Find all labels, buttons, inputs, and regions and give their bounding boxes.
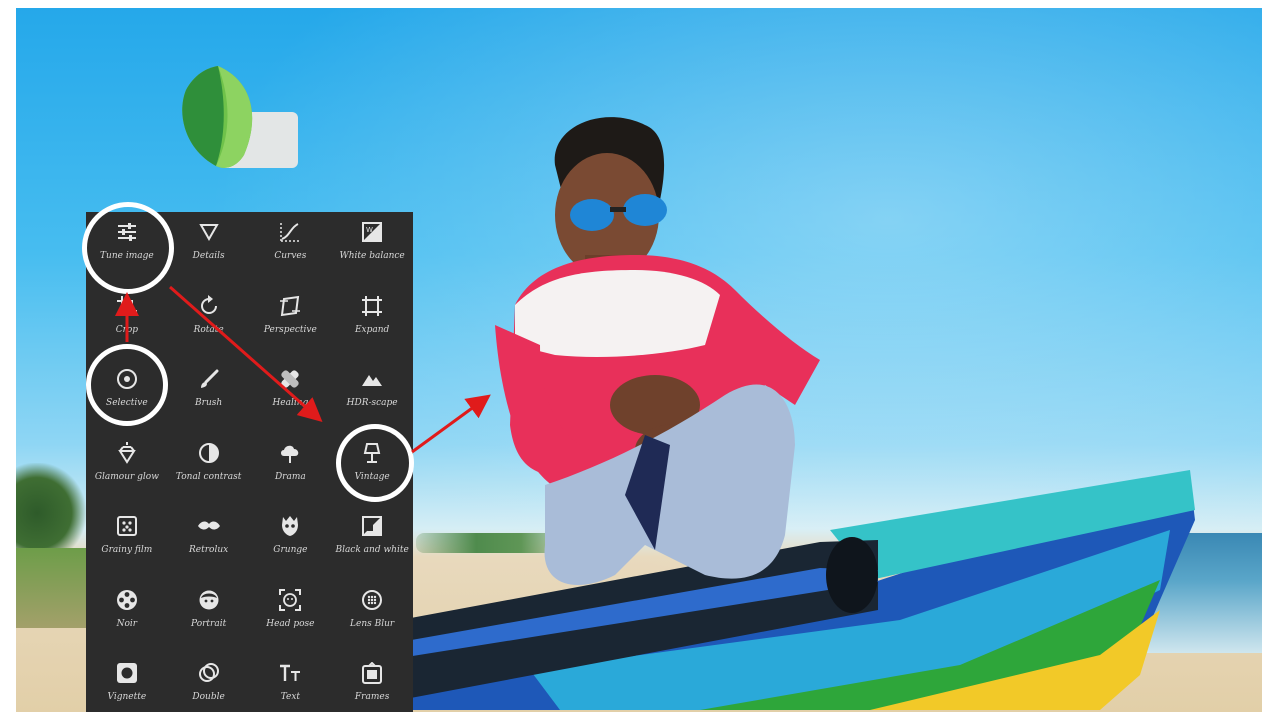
tool-lens-blur[interactable]: Lens Blur xyxy=(331,580,413,654)
tool-healing[interactable]: Healing xyxy=(250,359,332,433)
double-exposure-icon xyxy=(197,661,221,685)
glamour-glow-icon xyxy=(115,441,139,465)
tool-glamour-glow[interactable]: Glamour glow xyxy=(86,433,168,507)
grass-patch xyxy=(16,548,96,628)
rotate-icon xyxy=(197,294,221,318)
tool-grunge[interactable]: Grunge xyxy=(250,506,332,580)
details-triangle-icon xyxy=(197,220,221,244)
lens-blur-icon xyxy=(360,588,384,612)
svg-text:W: W xyxy=(366,226,373,234)
drama-cloud-icon xyxy=(278,441,302,465)
tool-drama[interactable]: Drama xyxy=(250,433,332,507)
tool-label: Lens Blur xyxy=(350,618,395,629)
tool-black-and-white[interactable]: Black and white xyxy=(331,506,413,580)
tool-label: Glamour glow xyxy=(94,471,159,482)
highlight-circle-tune-image xyxy=(82,202,174,294)
black-white-icon xyxy=(360,514,384,538)
tool-label: Drama xyxy=(274,471,306,482)
tool-retrolux[interactable]: Retrolux xyxy=(168,506,250,580)
tool-frames[interactable]: Frames xyxy=(331,653,413,712)
grainy-film-icon xyxy=(115,514,139,538)
tool-expand[interactable]: Expand xyxy=(331,286,413,360)
grunge-icon xyxy=(278,514,302,538)
tool-label: Frames xyxy=(354,692,390,702)
head-pose-icon xyxy=(278,588,302,612)
white-balance-icon: W xyxy=(360,220,384,244)
tool-head-pose[interactable]: Head pose xyxy=(250,580,332,654)
tool-double[interactable]: Double xyxy=(168,653,250,712)
tool-label: Grunge xyxy=(273,545,308,555)
tool-tonal-contrast[interactable]: Tonal contrast xyxy=(168,433,250,507)
tool-label: HDR-scape xyxy=(346,398,398,408)
tool-label: White balance xyxy=(339,251,405,261)
expand-icon xyxy=(360,294,384,318)
vignette-icon xyxy=(115,661,139,685)
curves-icon xyxy=(278,220,302,244)
tool-brush[interactable]: Brush xyxy=(168,359,250,433)
tool-curves[interactable]: Curves xyxy=(250,212,332,286)
crop-icon xyxy=(115,294,139,318)
tool-label: Vignette xyxy=(107,692,147,702)
tool-label: Black and white xyxy=(335,545,409,555)
tool-vignette[interactable]: Vignette xyxy=(86,653,168,712)
tool-label: Grainy film xyxy=(101,545,153,555)
highlight-circle-selective xyxy=(86,344,168,426)
highlight-circle-vintage xyxy=(336,424,414,502)
noir-reel-icon xyxy=(115,588,139,612)
tool-hdr-scape[interactable]: HDR-scape xyxy=(331,359,413,433)
retrolux-mustache-icon xyxy=(197,514,221,538)
tool-label: Double xyxy=(192,692,225,702)
brush-icon xyxy=(197,367,221,391)
tool-label: Brush xyxy=(195,398,223,408)
tool-label: Tonal contrast xyxy=(175,471,242,482)
tool-label: Perspective xyxy=(263,324,317,335)
perspective-icon xyxy=(278,294,302,318)
tool-label: Retrolux xyxy=(189,545,229,555)
tool-label: Expand xyxy=(354,324,390,335)
tool-label: Crop xyxy=(115,324,139,335)
tool-portrait[interactable]: Portrait xyxy=(168,580,250,654)
snapseed-logo xyxy=(182,66,298,168)
tool-noir[interactable]: Noir xyxy=(86,580,168,654)
hdr-mountain-icon xyxy=(360,367,384,391)
tool-perspective[interactable]: Perspective xyxy=(250,286,332,360)
text-icon xyxy=(278,661,302,685)
tool-label: Noir xyxy=(116,618,138,629)
tool-label: Portrait xyxy=(191,618,227,629)
tool-label: Head pose xyxy=(266,618,315,629)
tool-text[interactable]: Text xyxy=(250,653,332,712)
tool-label: Healing xyxy=(272,398,309,408)
tool-label: Curves xyxy=(274,251,307,261)
tool-grainy-film[interactable]: Grainy film xyxy=(86,506,168,580)
tool-label: Text xyxy=(280,692,301,702)
tool-label: Details xyxy=(192,251,225,261)
tool-details[interactable]: Details xyxy=(168,212,250,286)
tool-white-balance[interactable]: W White balance xyxy=(331,212,413,286)
frames-icon xyxy=(360,661,384,685)
tool-rotate[interactable]: Rotate xyxy=(168,286,250,360)
healing-icon xyxy=(278,367,302,391)
tonal-contrast-icon xyxy=(197,441,221,465)
portrait-face-icon xyxy=(197,588,221,612)
tool-label: Rotate xyxy=(193,324,224,335)
person xyxy=(495,117,820,585)
